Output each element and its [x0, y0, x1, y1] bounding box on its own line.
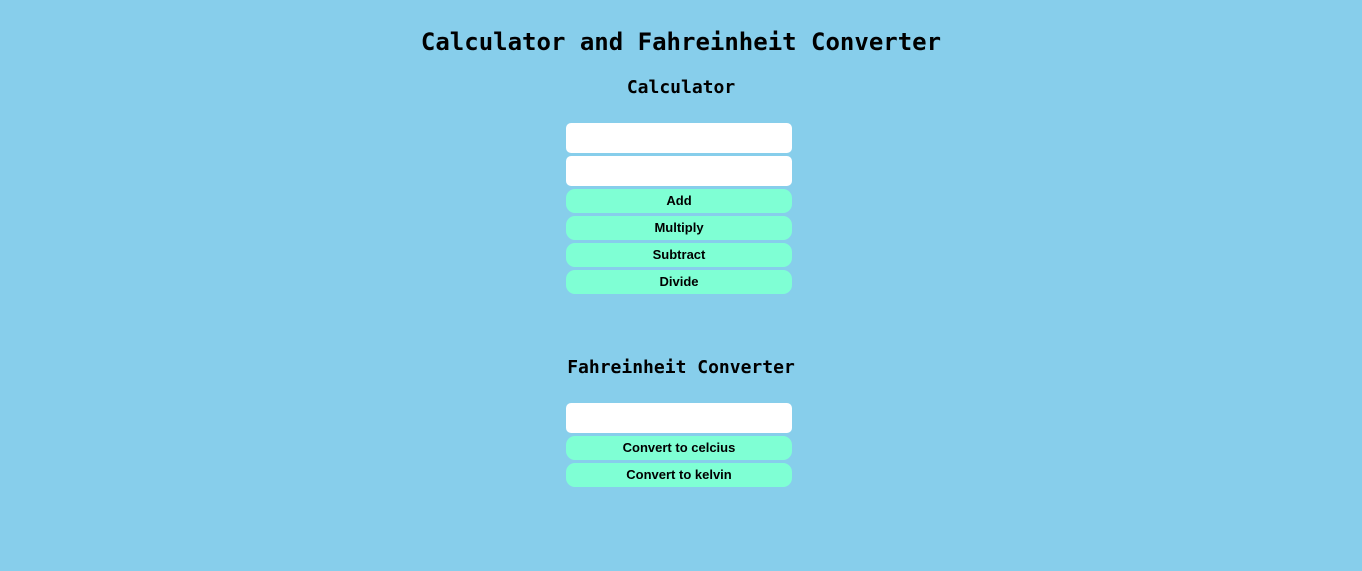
- convert-to-celcius-button[interactable]: Convert to celcius: [566, 436, 792, 460]
- multiply-button[interactable]: Multiply: [566, 216, 792, 240]
- calculator-heading: Calculator: [626, 77, 736, 98]
- convert-to-kelvin-button[interactable]: Convert to kelvin: [566, 463, 792, 487]
- add-button[interactable]: Add: [566, 189, 792, 213]
- subtract-button[interactable]: Subtract: [566, 243, 792, 267]
- calculator-first-number-input[interactable]: [566, 123, 792, 153]
- calculator-second-number-input[interactable]: [566, 156, 792, 186]
- fahrenheit-input[interactable]: [566, 403, 792, 433]
- converter-heading: Fahreinheit Converter: [567, 357, 795, 378]
- page-title: Calculator and Fahreinheit Converter: [420, 28, 942, 56]
- divide-button[interactable]: Divide: [566, 270, 792, 294]
